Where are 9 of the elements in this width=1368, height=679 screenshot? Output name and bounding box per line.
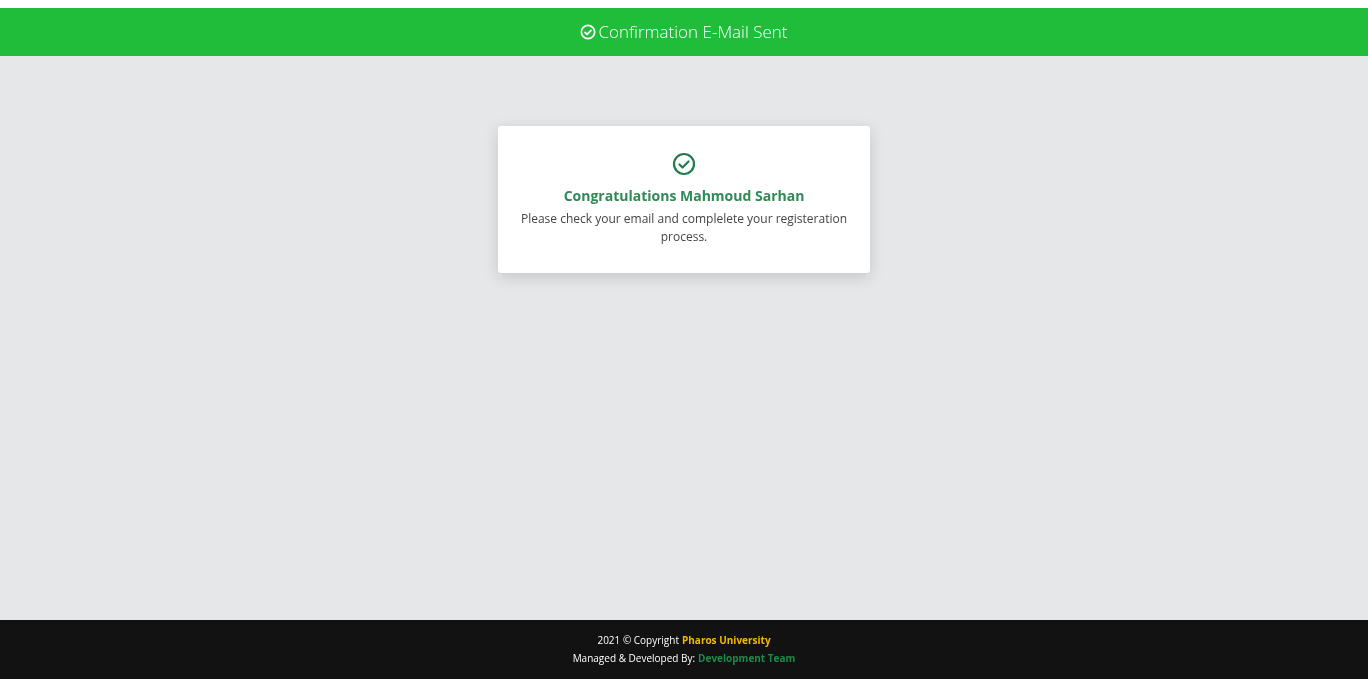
congratulations-heading: Congratulations Mahmoud Sarhan bbox=[563, 185, 805, 206]
team-link[interactable]: Development Team bbox=[698, 651, 796, 666]
check-circle-icon bbox=[672, 152, 696, 176]
confirmation-message: Please check your email and complelete your registeration process. bbox=[519, 210, 849, 246]
page-title: Confirmation E-Mail Sent bbox=[598, 19, 788, 45]
check-circle-icon bbox=[580, 24, 597, 40]
credit-text: Managed & Developed By: bbox=[572, 651, 696, 666]
university-link[interactable]: Pharos University bbox=[682, 633, 771, 648]
copyright-text: 2021 © Copyright bbox=[597, 633, 679, 648]
